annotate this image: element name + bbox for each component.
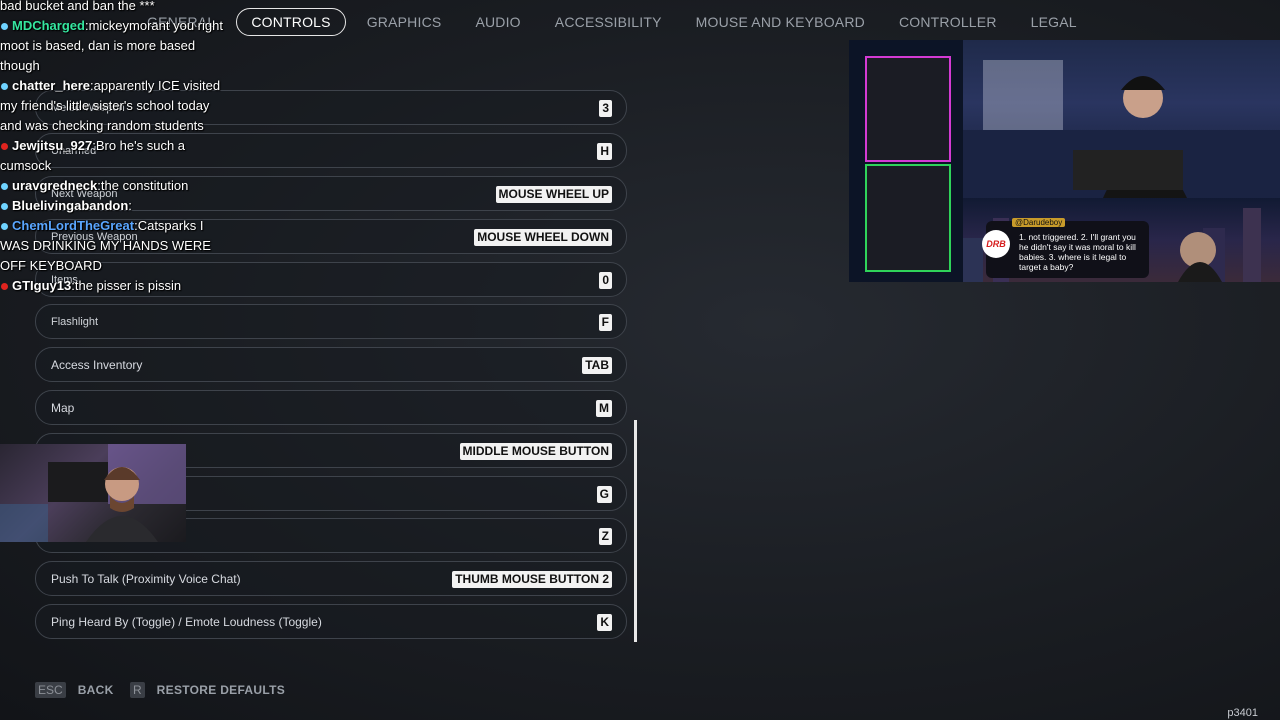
- keybind-row[interactable]: Ping Heard By (Toggle) / Emote Loudness …: [35, 604, 627, 639]
- chat-badge-icon: [1, 22, 8, 30]
- settings-tab-bar: GENERAL CONTROLS GRAPHICS AUDIO ACCESSIBILIT…: [130, 8, 1094, 36]
- chat-bubble-text: 1. not triggered. 2. I'll grant you he d…: [1019, 232, 1136, 272]
- tab-legal[interactable]: LEGAL: [1014, 9, 1094, 35]
- chat-message: GTIguy13:the pisser is pissin: [0, 276, 225, 296]
- keybind-key-badge[interactable]: TAB: [582, 357, 612, 374]
- embedded-chat-panel-2: [865, 164, 951, 272]
- tab-accessibility[interactable]: ACCESSIBILITY: [538, 9, 679, 35]
- tab-mouse-and-keyboard[interactable]: MOUSE AND KEYBOARD: [679, 9, 882, 35]
- keybind-key-badge[interactable]: Z: [598, 528, 612, 545]
- chat-badge-icon: [1, 182, 8, 190]
- chat-text: the constitution: [100, 178, 189, 193]
- chat-username: chatter_here: [12, 78, 91, 93]
- back-label: BACK: [77, 683, 114, 697]
- scrollbar[interactable]: [634, 420, 637, 642]
- chat-username: Bluelivingabandon: [12, 198, 129, 213]
- chat-badge-icon: [1, 82, 8, 90]
- keybind-action-label: Push To Talk (Proximity Voice Chat): [51, 572, 241, 586]
- keybind-key-badge[interactable]: G: [596, 486, 612, 503]
- keybind-key-badge[interactable]: MOUSE WHEEL UP: [495, 186, 612, 203]
- keybind-key-badge[interactable]: MOUSE WHEEL DOWN: [474, 229, 612, 246]
- chat-message: bad bucket and ban the ***: [0, 0, 225, 16]
- chat-message: Bluelivingabandon:: [0, 196, 225, 216]
- chat-badge-icon: [1, 142, 8, 150]
- keybind-key-badge[interactable]: H: [597, 143, 612, 160]
- chat-username: MDCharged: [12, 18, 85, 33]
- restore-defaults-action[interactable]: R RESTORE DEFAULTS: [130, 680, 285, 700]
- news-video-feed: [963, 40, 1280, 198]
- keybind-row[interactable]: Access Inventory TAB: [35, 347, 627, 382]
- keybind-row[interactable]: Map M: [35, 390, 627, 425]
- tab-graphics[interactable]: GRAPHICS: [350, 9, 459, 35]
- chat-text: bad bucket and ban the ***: [0, 0, 155, 13]
- channel-logo: DRB: [982, 230, 1010, 258]
- chat-message: MDCharged:mickeymorant you right moot is…: [0, 16, 225, 76]
- embedded-chat-panel: [865, 56, 951, 162]
- keybind-key-badge[interactable]: M: [596, 400, 612, 417]
- back-action[interactable]: ESC BACK: [35, 680, 114, 700]
- keybind-row[interactable]: Push To Talk (Proximity Voice Chat) THUMB…: [35, 561, 627, 596]
- r-key-hint: R: [130, 682, 145, 698]
- tab-audio[interactable]: AUDIO: [458, 9, 537, 35]
- chat-message: Jewjitsu_927:Bro he's such a cumsock: [0, 136, 225, 176]
- chat-separator: :: [128, 198, 132, 213]
- keybind-key-badge[interactable]: F: [598, 314, 612, 331]
- stream-video-overlay: DRB @Darudeboy 1. not triggered. 2. I'll…: [849, 40, 1280, 282]
- build-code: p3401: [1227, 707, 1258, 719]
- chat-message: ChemLordTheGreat:Catsparks I WAS DRINKIN…: [0, 216, 225, 276]
- chat-badge-icon: [1, 202, 8, 210]
- chat-message: uravgredneck:the constitution: [0, 176, 225, 196]
- keybind-action-label: Flashlight: [51, 316, 99, 328]
- keybind-key-badge[interactable]: MIDDLE MOUSE BUTTON: [459, 443, 612, 460]
- chat-username: ChemLordTheGreat: [12, 218, 135, 233]
- video-host-image: [963, 60, 1280, 198]
- stream-chat-overlay: bad bucket and ban the *** MDCharged:mick…: [0, 0, 225, 296]
- keybind-action-label: Ping Heard By (Toggle) / Emote Loudness …: [51, 615, 322, 629]
- keybind-key-badge[interactable]: THUMB MOUSE BUTTON 2: [452, 571, 612, 588]
- keybind-key-badge[interactable]: 3: [599, 100, 612, 117]
- stream-chat-bubble: DRB @Darudeboy 1. not triggered. 2. I'll…: [982, 218, 1149, 278]
- chat-message: chatter_here:apparently ICE visited my f…: [0, 76, 225, 136]
- keybind-key-badge[interactable]: 0: [599, 272, 612, 289]
- keybind-action-label: Access Inventory: [51, 358, 143, 372]
- chat-username: uravgredneck: [12, 178, 98, 193]
- webcam-person-image: [0, 444, 186, 542]
- keybind-key-badge[interactable]: K: [597, 614, 612, 631]
- chat-badge-icon: [1, 222, 8, 230]
- webcam-overlay: [0, 444, 186, 542]
- restore-defaults-label: RESTORE DEFAULTS: [156, 683, 286, 697]
- chat-username: Jewjitsu_927: [12, 138, 93, 153]
- keybind-action-label: Map: [51, 401, 75, 415]
- tab-controller[interactable]: CONTROLLER: [882, 9, 1014, 35]
- tab-controls[interactable]: CONTROLS: [236, 8, 346, 36]
- chat-text: the pisser is pissin: [74, 278, 182, 293]
- keybind-row[interactable]: Flashlight F: [35, 304, 627, 339]
- chat-bubble-handle: @Darudeboy: [1012, 218, 1066, 227]
- esc-key-hint: ESC: [35, 682, 66, 698]
- chat-username: GTIguy13: [12, 278, 72, 293]
- chat-badge-icon: [1, 282, 8, 290]
